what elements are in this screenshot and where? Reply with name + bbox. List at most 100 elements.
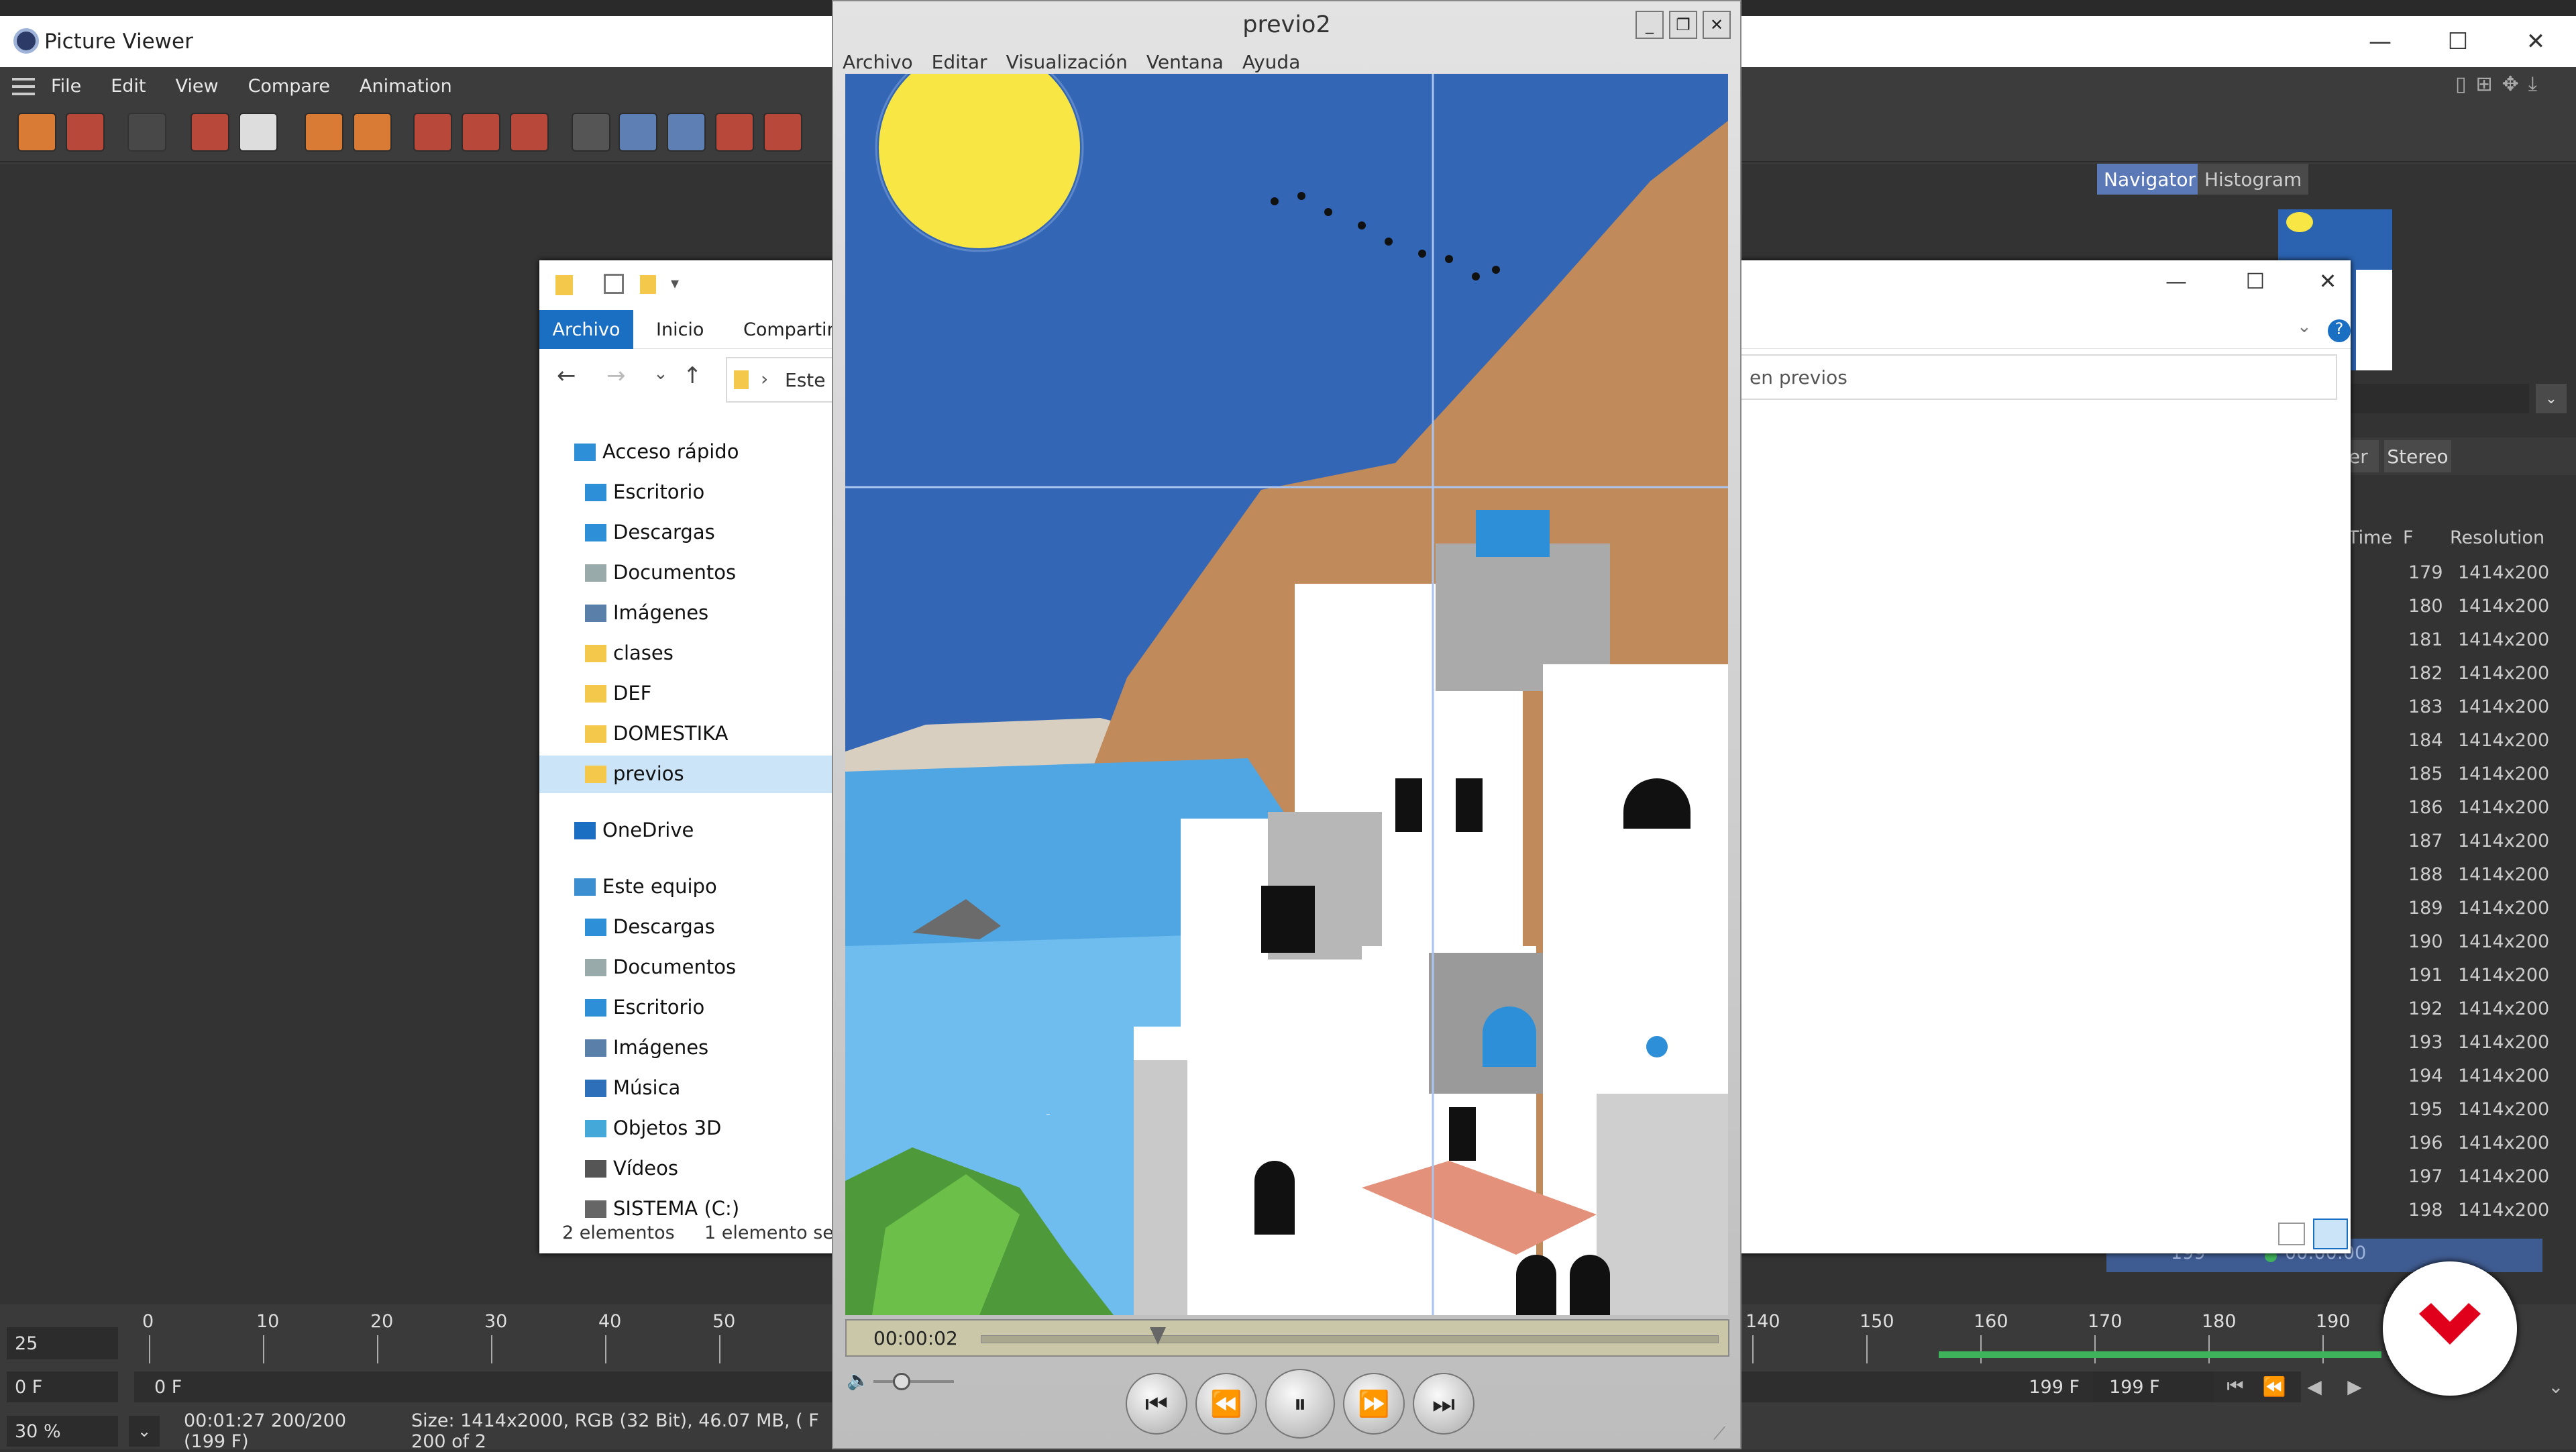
chevron-down-icon[interactable]: ⌄ xyxy=(2536,384,2567,413)
player-restore-icon[interactable]: ❐ xyxy=(1669,11,1697,39)
new-folder-icon[interactable] xyxy=(640,275,656,294)
stop-render-icon[interactable] xyxy=(127,113,166,152)
sidebar-item[interactable]: Documentos xyxy=(539,554,835,592)
menu-file[interactable]: File xyxy=(51,76,81,97)
timeline-dropdown-icon[interactable]: ⌄ xyxy=(2542,1373,2569,1400)
history-row[interactable]: 196 1414x200 xyxy=(2348,1127,2549,1161)
player-menu-archivo[interactable]: Archivo xyxy=(843,51,913,73)
history-row[interactable]: 197 1414x200 xyxy=(2348,1161,2549,1194)
fps-field[interactable]: 25 xyxy=(7,1327,118,1359)
sidebar-item[interactable]: Música xyxy=(539,1070,835,1107)
history-row[interactable]: 183 1414x200 xyxy=(2348,691,2549,725)
sidebar-item[interactable]: Escritorio xyxy=(539,989,835,1027)
history-row[interactable]: 193 1414x200 xyxy=(2348,1027,2549,1060)
go-to-start-icon[interactable]: ⏮ xyxy=(2222,1373,2249,1400)
ribbon-archivo-tab[interactable]: Archivo xyxy=(539,310,633,349)
sidebar-item[interactable]: Escritorio xyxy=(539,474,835,511)
menu-view[interactable]: View xyxy=(175,76,218,97)
pause-button[interactable]: ⏸ xyxy=(1265,1369,1335,1439)
explorer-minimize-button[interactable]: — xyxy=(2149,268,2203,302)
resize-grip-icon[interactable]: ⟋ xyxy=(1713,1424,1736,1447)
go-to-start-button[interactable]: ⏮ xyxy=(1126,1373,1187,1435)
compare-split-icon[interactable] xyxy=(619,113,657,152)
minimize-button[interactable]: — xyxy=(2340,16,2420,67)
history-row[interactable]: 191 1414x200 xyxy=(2348,960,2549,993)
explorer-search-input[interactable]: en previos xyxy=(1740,354,2337,400)
current-frame-field[interactable]: 0 F xyxy=(7,1371,118,1402)
player-progress-track[interactable] xyxy=(981,1335,1719,1343)
maximize-button[interactable]: ☐ xyxy=(2418,16,2498,67)
history-row[interactable]: 189 1414x200 xyxy=(2348,892,2549,926)
view-a-icon[interactable] xyxy=(413,113,452,152)
filter-field[interactable] xyxy=(2348,384,2529,413)
save-icon[interactable] xyxy=(66,113,105,152)
explorer-close-button[interactable]: ✕ xyxy=(2308,268,2348,302)
history-row[interactable]: 181 1414x200 xyxy=(2348,624,2549,658)
sidebar-item[interactable]: Imágenes xyxy=(539,1029,835,1067)
rewind-button[interactable]: ⏪ xyxy=(1195,1373,1257,1435)
ribbon-inicio-tab[interactable]: Inicio xyxy=(656,319,704,340)
copy-icon[interactable] xyxy=(305,113,343,152)
col-f[interactable]: F xyxy=(2403,527,2414,548)
volume-knob[interactable] xyxy=(893,1373,910,1390)
crop-icon[interactable] xyxy=(191,113,229,152)
zoom-field[interactable]: 30 % xyxy=(7,1416,118,1447)
history-row[interactable]: 186 1414x200 xyxy=(2348,792,2549,825)
video-frame[interactable] xyxy=(845,74,1728,1315)
history-row[interactable]: 185 1414x200 xyxy=(2348,758,2549,792)
history-row[interactable]: 188 1414x200 xyxy=(2348,859,2549,892)
open-icon[interactable] xyxy=(17,113,56,152)
tab-stereo[interactable]: Stereo xyxy=(2384,440,2451,472)
player-progress-handle[interactable] xyxy=(1150,1327,1166,1345)
history-row[interactable]: 187 1414x200 xyxy=(2348,825,2549,859)
volume-track[interactable] xyxy=(873,1380,954,1383)
ribbon-expand-icon[interactable]: ⌄ xyxy=(2297,317,2312,337)
history-row[interactable]: 179 1414x200 xyxy=(2348,557,2549,590)
sidebar-item[interactable]: Este equipo xyxy=(539,868,835,906)
history-row[interactable]: 198 1414x200 xyxy=(2348,1194,2549,1228)
explorer-maximize-button[interactable]: ☐ xyxy=(2229,268,2282,302)
fast-forward-button[interactable]: ⏩ xyxy=(1343,1373,1405,1435)
hamburger-menu-icon[interactable] xyxy=(12,78,35,95)
help-icon[interactable]: ? xyxy=(2328,319,2351,342)
sidebar-item[interactable]: clases xyxy=(539,635,835,672)
previous-frame-icon[interactable]: ⏪ xyxy=(2261,1373,2288,1400)
player-menu-visualizacion[interactable]: Visualización xyxy=(1006,51,1128,73)
properties-icon[interactable] xyxy=(604,274,624,294)
player-minimize-icon[interactable]: _ xyxy=(1635,11,1664,39)
history-row[interactable]: 194 1414x200 xyxy=(2348,1060,2549,1094)
sidebar-item[interactable]: Descargas xyxy=(539,909,835,946)
col-resolution[interactable]: Resolution xyxy=(2450,527,2544,548)
set-b-icon[interactable] xyxy=(763,113,802,152)
history-row[interactable]: 192 1414x200 xyxy=(2348,993,2549,1027)
history-row[interactable]: 190 1414x200 xyxy=(2348,926,2549,960)
sidebar-item[interactable]: Vídeos xyxy=(539,1150,835,1188)
set-a-icon[interactable] xyxy=(715,113,754,152)
menu-compare[interactable]: Compare xyxy=(248,76,330,97)
menu-edit[interactable]: Edit xyxy=(111,76,146,97)
sidebar-item[interactable]: previos xyxy=(539,756,835,793)
player-close-icon[interactable]: ✕ xyxy=(1703,11,1731,39)
close-button[interactable]: ✕ xyxy=(2496,16,2576,67)
sidebar-item[interactable]: Objetos 3D xyxy=(539,1110,835,1147)
sidebar-item[interactable]: Descargas xyxy=(539,514,835,552)
forward-arrow-icon[interactable]: → xyxy=(606,362,626,389)
sidebar-item[interactable]: Documentos xyxy=(539,949,835,986)
sidebar-item[interactable]: DOMESTIKA xyxy=(539,715,835,753)
sidebar-item[interactable]: Acceso rápido xyxy=(539,433,835,471)
tab-histogram[interactable]: Histogram xyxy=(2198,164,2309,195)
details-view-icon[interactable] xyxy=(2278,1223,2305,1245)
player-menu-editar[interactable]: Editar xyxy=(932,51,987,73)
history-row[interactable]: 184 1414x200 xyxy=(2348,725,2549,758)
history-row[interactable]: 182 1414x200 xyxy=(2348,658,2549,691)
play-backward-icon[interactable]: ◀ xyxy=(2301,1373,2328,1400)
player-menu-ayuda[interactable]: Ayuda xyxy=(1242,51,1301,73)
player-menu-ventana[interactable]: Ventana xyxy=(1146,51,1224,73)
back-arrow-icon[interactable]: ← xyxy=(557,362,576,389)
up-arrow-icon[interactable]: ↑ xyxy=(683,362,702,389)
play-forward-icon[interactable]: ▶ xyxy=(2341,1373,2368,1400)
compare-ab-icon[interactable] xyxy=(572,113,610,152)
layers-icon[interactable] xyxy=(353,113,392,152)
end-frame-field[interactable]: 199 F xyxy=(2093,1371,2214,1402)
history-row[interactable]: 180 1414x200 xyxy=(2348,590,2549,624)
